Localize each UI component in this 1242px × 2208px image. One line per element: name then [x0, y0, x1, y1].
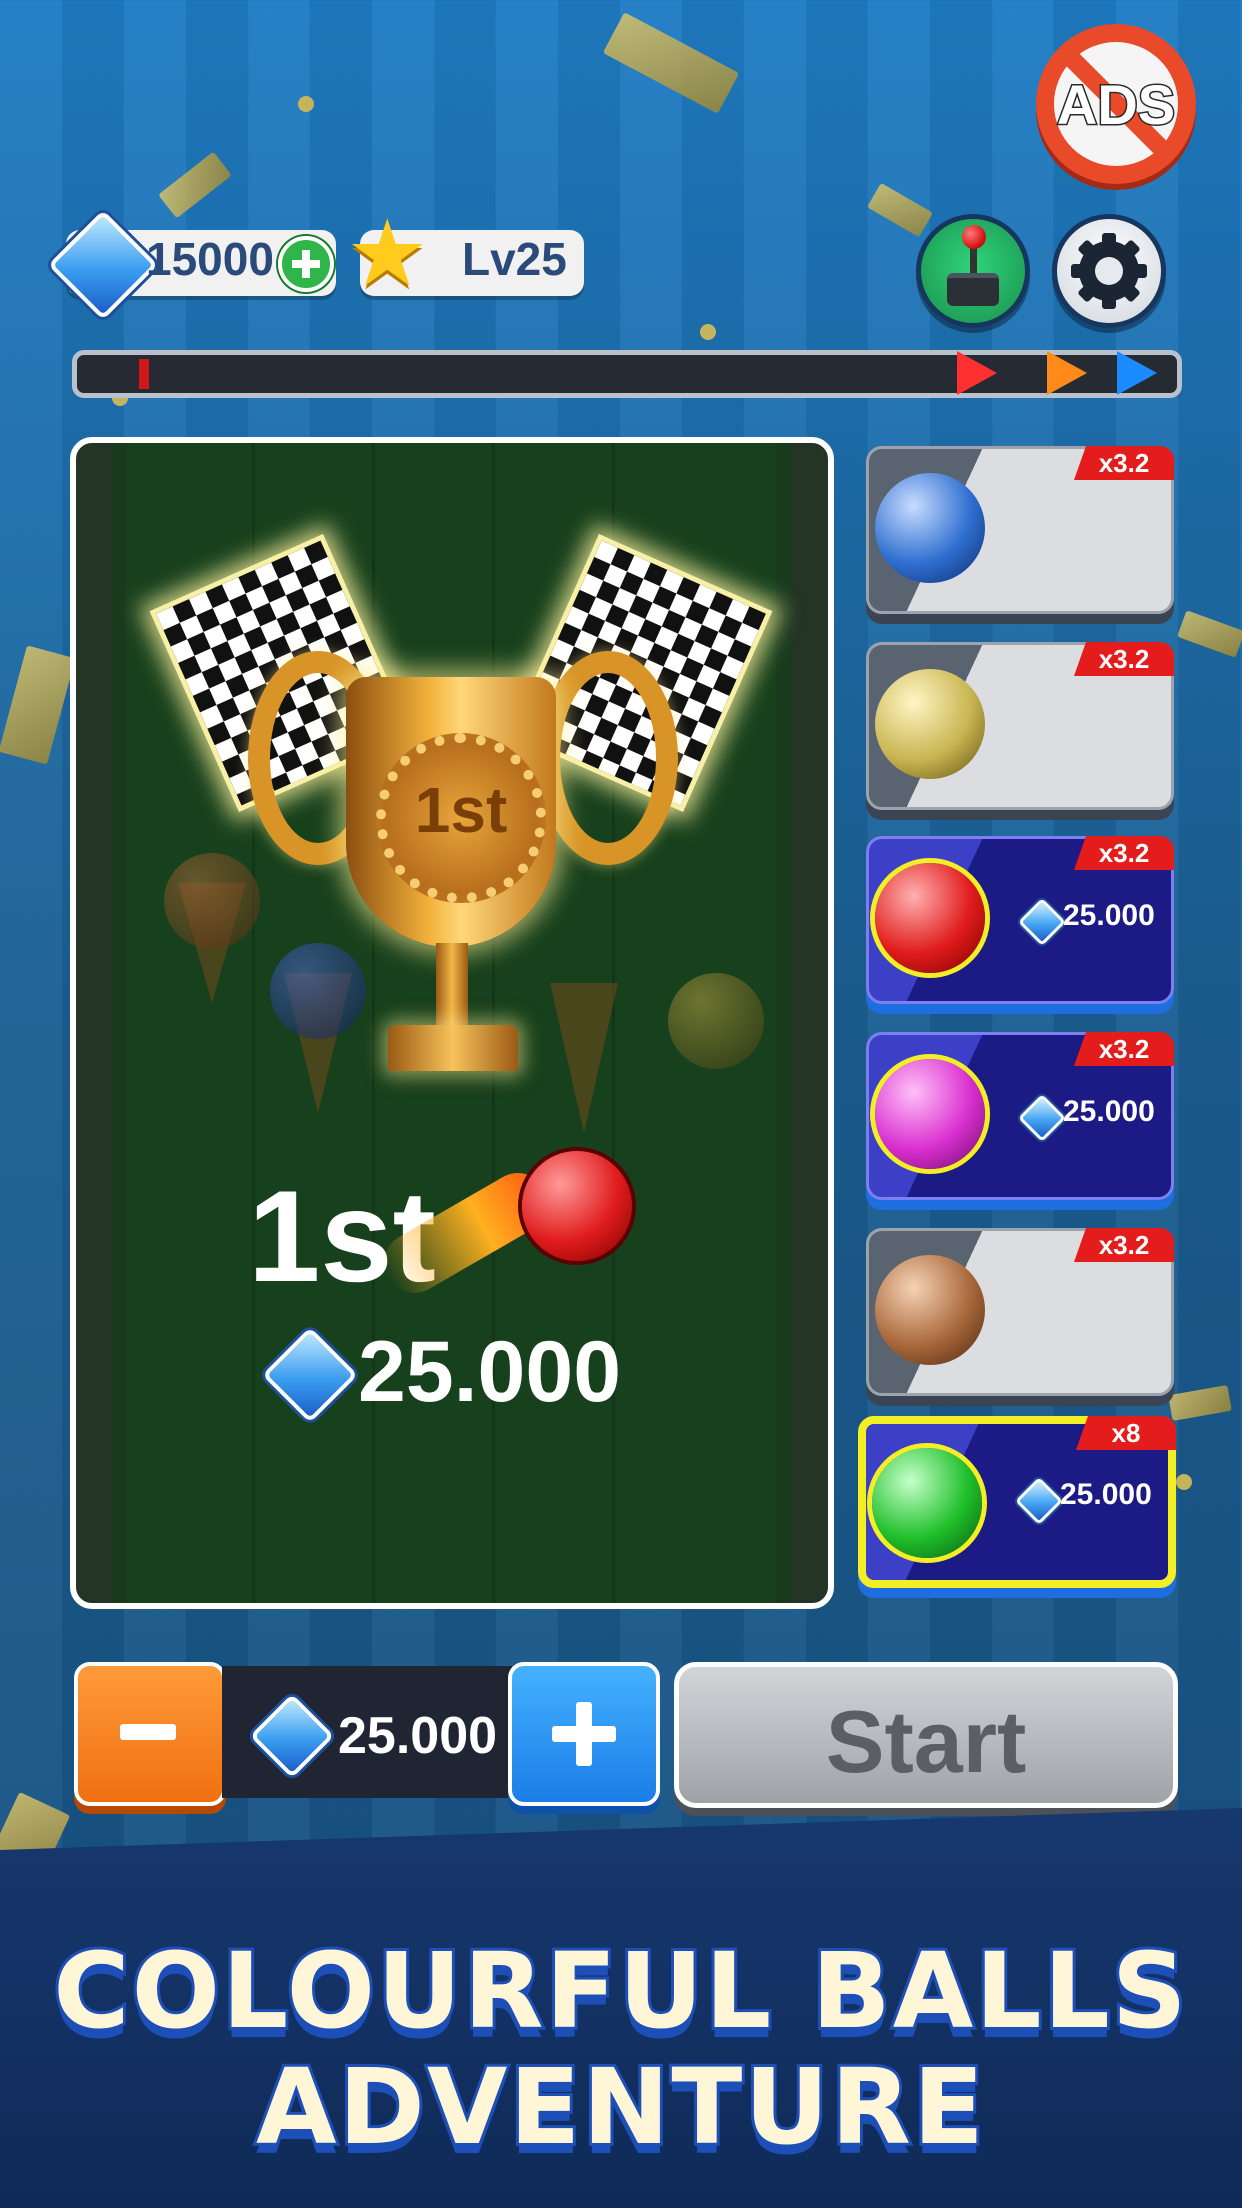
finish-marker-red: [957, 351, 997, 395]
ghost-ball-olive: [668, 973, 764, 1069]
arcade-button[interactable]: [916, 214, 1030, 328]
ball-card-brown[interactable]: x3.2: [866, 1228, 1174, 1396]
multiplier-badge: x8: [1076, 1416, 1176, 1450]
track-lane: [492, 443, 495, 1603]
joystick-base: [947, 273, 999, 306]
gem-icon: [1014, 1476, 1064, 1526]
gem-balance-value: 15000: [146, 233, 274, 285]
gem-icon: [1017, 897, 1067, 947]
increase-bet-button[interactable]: [508, 1662, 660, 1806]
gem-icon: [47, 209, 159, 321]
trophy-handle-right: [538, 651, 678, 865]
start-button[interactable]: Start: [674, 1662, 1178, 1808]
magenta-ball-icon: [875, 1059, 985, 1169]
ghost-ball-brown: [164, 853, 260, 949]
race-progress-bar: [72, 350, 1182, 398]
multiplier-badge: x3.2: [1074, 836, 1174, 870]
gem-icon: [261, 1326, 359, 1424]
multiplier-badge: x3.2: [1074, 1228, 1174, 1262]
ball-card-green-selected[interactable]: x8 25.000: [858, 1416, 1176, 1588]
confetti-decoration: [158, 151, 232, 219]
blue-ball-icon: [875, 473, 985, 583]
ball-card-magenta[interactable]: x3.2 25.000: [866, 1032, 1174, 1200]
confetti-dot: [1176, 1474, 1192, 1490]
confetti-decoration: [1177, 610, 1242, 658]
ball-card-red[interactable]: x3.2 25.000: [866, 836, 1174, 1004]
confetti-decoration: [0, 645, 76, 765]
settings-button[interactable]: [1052, 214, 1166, 328]
confetti-dot: [700, 324, 716, 340]
multiplier-badge: x3.2: [1074, 642, 1174, 676]
brown-ball-icon: [875, 1255, 985, 1365]
ball-card-blue[interactable]: x3.2: [866, 446, 1174, 614]
race-result-panel: 1st 1st 25.000: [70, 437, 834, 1609]
star-icon: ★: [346, 200, 429, 307]
bet-amount-display: 25.000: [222, 1666, 512, 1798]
decrease-bet-button[interactable]: [74, 1662, 226, 1806]
gem-icon: [1017, 1093, 1067, 1143]
game-title-line2: ADVENTURE: [253, 2043, 987, 2171]
red-ball-icon: [875, 863, 985, 973]
confetti-dot: [298, 96, 314, 112]
minus-icon: [120, 1724, 176, 1740]
fireball-icon: [522, 1151, 632, 1261]
ball-price: 25.000: [1060, 1478, 1152, 1511]
confetti-decoration: [1168, 1384, 1232, 1422]
ghost-ball-trail: [550, 983, 618, 1133]
no-ads-button[interactable]: ADS: [1036, 24, 1196, 184]
multiplier-badge: x3.2: [1074, 1032, 1174, 1066]
prize-amount: 25.000: [358, 1324, 622, 1420]
finish-marker-blue: [1117, 351, 1157, 395]
confetti-decoration: [867, 182, 933, 238]
joystick-knob: [962, 225, 986, 249]
trophy-label: 1st: [414, 774, 508, 846]
game-title-line1: COLOURFUL BALLS: [50, 1927, 1189, 2055]
multiplier-badge: x3.2: [1074, 446, 1174, 480]
ball-price: 25.000: [1063, 1095, 1155, 1128]
ball-price: 25.000: [1063, 899, 1155, 932]
track-lane: [372, 443, 375, 1603]
ball-card-gold[interactable]: x3.2: [866, 642, 1174, 810]
gem-icon: [249, 1693, 335, 1779]
confetti-decoration: [602, 12, 740, 114]
level-value: Lv25: [462, 233, 567, 285]
ghost-ball-navy: [270, 943, 366, 1039]
bet-amount: 25.000: [338, 1707, 498, 1765]
add-gems-button[interactable]: [278, 236, 334, 292]
green-ball-icon: [872, 1448, 982, 1558]
start-label: Start: [825, 1692, 1027, 1791]
trophy-stem: [436, 943, 468, 1033]
progress-marker: [139, 359, 149, 389]
finish-marker-orange: [1047, 351, 1087, 395]
trophy-base: [388, 1025, 518, 1071]
no-ads-label: ADS: [1055, 72, 1176, 138]
gold-ball-icon: [875, 669, 985, 779]
gear-icon: [1079, 241, 1139, 301]
